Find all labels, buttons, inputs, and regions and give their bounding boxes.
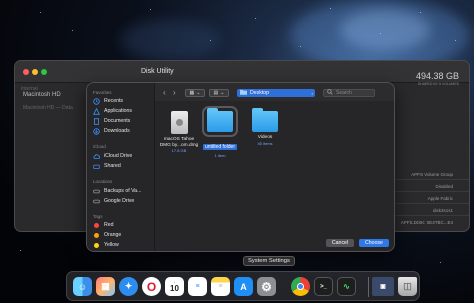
open-dialog: Favorites Recents Applications Documents…: [86, 82, 395, 252]
sidebar-item-tag-yellow[interactable]: Yellow: [93, 240, 119, 250]
forward-button[interactable]: ›: [173, 89, 176, 97]
sidebar-header-favorites: Favorites: [93, 90, 112, 95]
reminders-icon[interactable]: ≡: [188, 277, 207, 296]
sidebar-header-locations: Locations: [93, 179, 113, 184]
minimize-window-button[interactable]: [32, 69, 38, 75]
location-popup[interactable]: Desktop ↕: [237, 89, 315, 97]
sidebar-item-google-drive[interactable]: Google Drive: [93, 196, 134, 206]
group-view-icon: ▤: [213, 90, 219, 96]
sidebar-item-label: Yellow: [104, 242, 119, 248]
dialog-sidebar: Favorites Recents Applications Documents…: [87, 83, 155, 251]
download-icon: [93, 127, 100, 135]
sidebar-item-macintosh-hd[interactable]: Macintosh HD: [23, 92, 61, 98]
folder-icon: [202, 106, 238, 137]
sidebar-item-tag-red[interactable]: Red: [93, 220, 114, 230]
sidebar-item-applications[interactable]: Applications: [93, 106, 132, 116]
item-count: 1 item: [214, 153, 226, 158]
info-value: Apple Fabric: [427, 196, 453, 201]
info-value: APFS Volume Group: [411, 172, 453, 177]
red-tag-icon: [94, 222, 99, 228]
disk-utility-titlebar: Disk Utility: [15, 61, 469, 83]
sidebar-item-label: Backups of Va...: [104, 188, 142, 194]
notes-icon[interactable]: ≡: [211, 277, 230, 296]
safari-icon[interactable]: ✦: [119, 277, 138, 296]
cloud-icon: [93, 153, 100, 160]
clock-icon: [93, 97, 100, 105]
view-mode-button[interactable]: ▦ ⌄: [185, 89, 205, 97]
preview-window-icon[interactable]: ▣: [372, 277, 394, 296]
dock-separator: [368, 277, 369, 297]
item-count: 45 items: [257, 140, 273, 146]
sidebar-item-label: Google Drive: [104, 198, 135, 204]
sidebar-item-label: Downloads: [104, 128, 130, 134]
file-browser: macOS Tahoe DMG by...om.dmg 17.8 GB unti…: [155, 101, 394, 251]
sidebar-item-shared[interactable]: Shared: [93, 161, 121, 171]
sidebar-item-label: iCloud Drive: [104, 153, 133, 159]
grid-view-icon: ▦: [189, 90, 195, 96]
sidebar-item-label: Applications: [104, 108, 132, 114]
dialog-toolbar: ‹ › ▦ ⌄ ▤ ⌄ Desktop ↕ Search: [155, 83, 394, 101]
cancel-button[interactable]: Cancel: [326, 239, 354, 247]
zoom-window-button[interactable]: [41, 69, 47, 75]
info-value: Disabled: [435, 184, 453, 189]
orange-tag-icon: [94, 232, 99, 238]
sidebar-item-documents[interactable]: Documents: [93, 116, 130, 126]
launchpad-icon[interactable]: ▦: [96, 277, 115, 296]
chevron-down-icon: ⌄: [196, 90, 201, 96]
disk-image-icon: [170, 111, 188, 134]
capacity-subtitle: SHARED BY 5 VOLUMES: [417, 82, 459, 86]
location-label: Desktop: [250, 90, 270, 96]
choose-button[interactable]: Choose: [359, 239, 389, 247]
sidebar-header-tags: Tags: [93, 214, 103, 219]
sidebar-item-icloud-drive[interactable]: iCloud Drive: [93, 151, 132, 161]
activity-monitor-icon[interactable]: ∿: [337, 277, 356, 296]
sidebar-item-tag-orange[interactable]: Orange: [93, 230, 121, 240]
finder-icon[interactable]: ☺: [73, 277, 92, 296]
sidebar-item-label: Orange: [104, 232, 122, 238]
drive-icon: [93, 188, 100, 195]
sidebar-item-recents[interactable]: Recents: [93, 96, 123, 106]
yellow-tag-icon: [94, 242, 99, 248]
search-field[interactable]: Search: [323, 89, 375, 97]
window-title: Disk Utility: [141, 68, 174, 75]
folder-name-edit[interactable]: untitled folder: [202, 144, 238, 150]
calendar-day: 10: [170, 284, 179, 293]
folder-icon: [240, 89, 247, 97]
capacity-value: 494.38 GB: [415, 71, 459, 81]
sidebar-item-label: Red: [104, 222, 114, 228]
opera-icon[interactable]: O: [142, 277, 161, 296]
calendar-icon[interactable]: • 10: [165, 277, 184, 296]
sidebar-item-macintosh-hd-data[interactable]: Macintosh HD — Data: [23, 105, 73, 111]
shared-folder-icon: [93, 163, 100, 170]
system-settings-icon[interactable]: ⚙: [257, 277, 276, 296]
search-icon: [327, 89, 333, 97]
folder-icon: [252, 108, 278, 132]
back-button[interactable]: ‹: [163, 89, 166, 97]
chrome-icon[interactable]: [291, 277, 310, 296]
sidebar-item-label: Shared: [104, 163, 121, 169]
sidebar-item-backups[interactable]: Backups of Va...: [93, 186, 141, 196]
sidebar-item-label: Recents: [104, 98, 124, 104]
search-placeholder: Search: [336, 90, 352, 96]
info-value: disk3s1s1: [432, 208, 453, 213]
terminal-icon[interactable]: >_: [314, 277, 333, 296]
close-window-button[interactable]: [23, 69, 29, 75]
document-icon: [93, 117, 100, 125]
info-value: APFS.DISK: 0E4TBC...E4: [400, 220, 453, 225]
trash-icon[interactable]: ◫: [398, 277, 417, 296]
sidebar-header-icloud: iCloud: [93, 144, 106, 149]
chevron-down-icon: ⌄: [220, 90, 225, 96]
file-item-videos[interactable]: Videos 45 items: [237, 108, 293, 146]
updown-chevron-icon: ↕: [311, 90, 313, 96]
group-by-button[interactable]: ▤ ⌄: [209, 89, 229, 97]
drive-icon: [93, 198, 100, 205]
applications-icon: [93, 107, 100, 115]
dock-tooltip: System Settings: [243, 256, 295, 266]
app-store-icon[interactable]: A: [234, 277, 253, 296]
sidebar-item-label: Documents: [104, 118, 131, 124]
sidebar-item-downloads[interactable]: Downloads: [93, 126, 130, 136]
dock: ☺ ▦ ✦ O • 10 ≡ ≡ A ⚙ >_ ∿ ▣ ◫: [66, 271, 420, 301]
